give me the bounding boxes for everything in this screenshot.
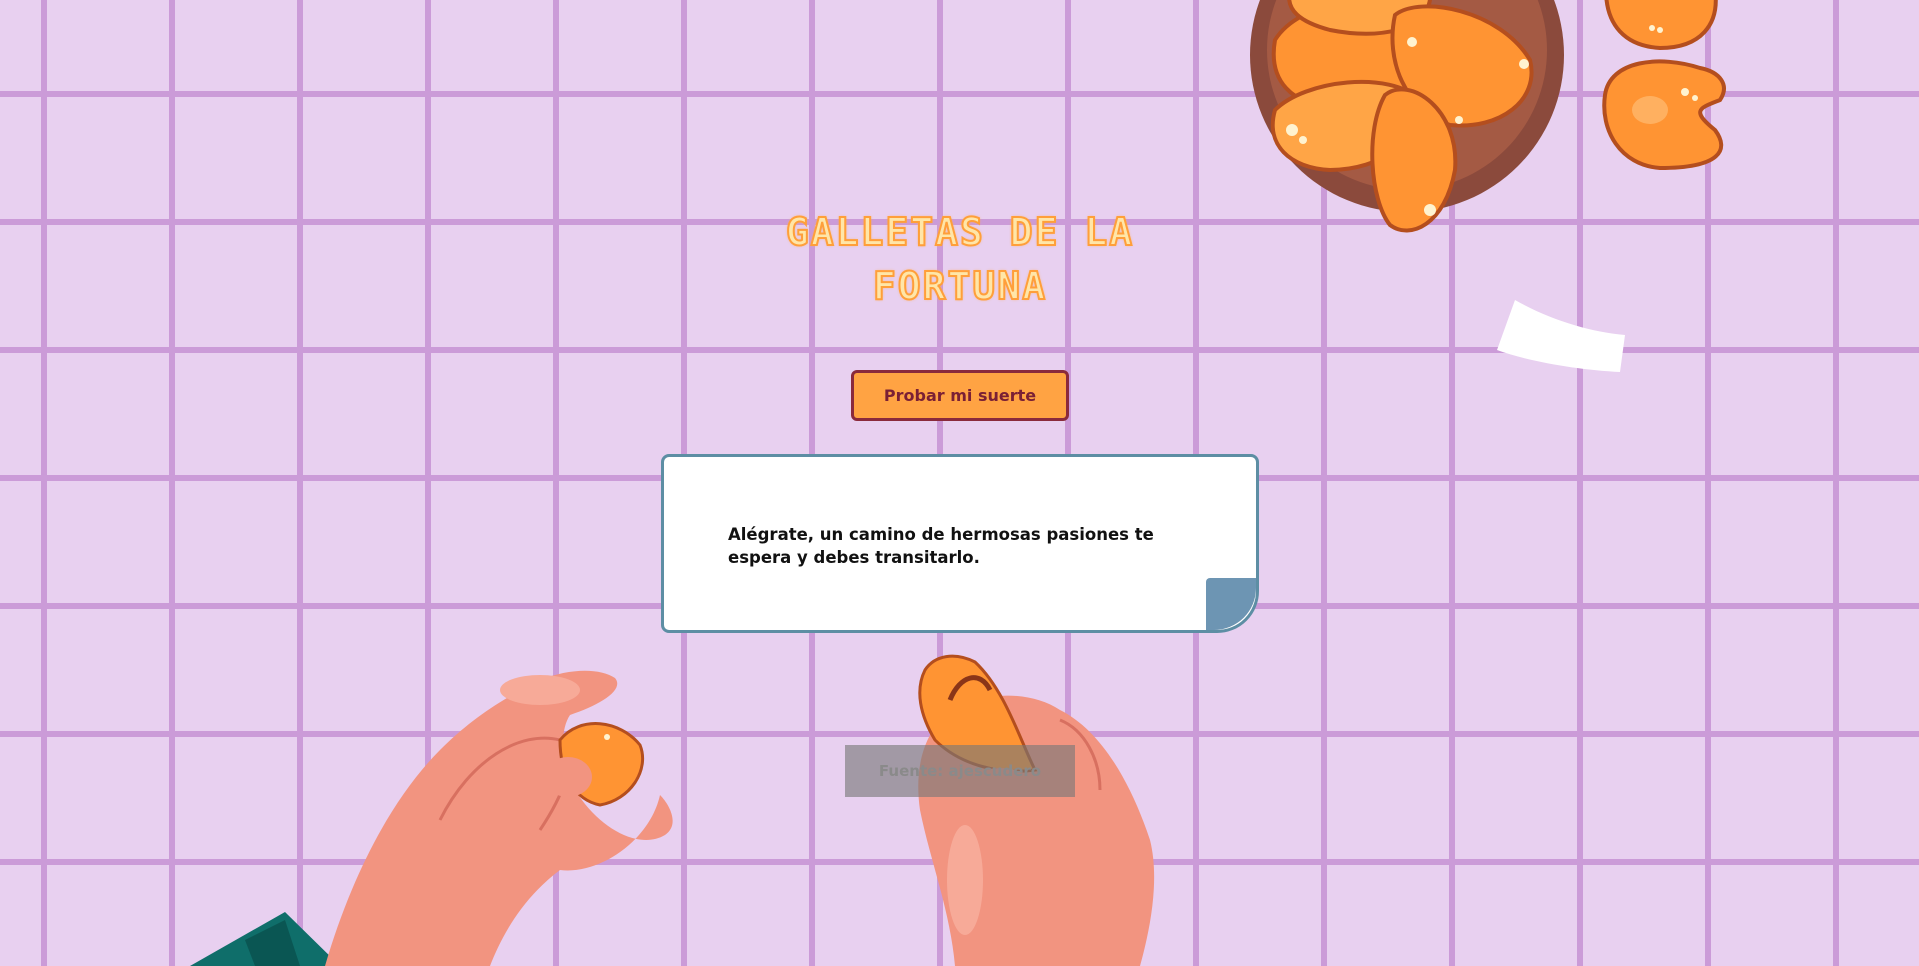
page-title: GALLETAS DE LA FORTUNA [785,209,1135,309]
left-hand-illustration [190,670,673,966]
right-hand-illustration [918,654,1155,966]
fortune-cookie-illustration [1602,0,1726,171]
source-credit: Fuente: ajescudero [845,745,1075,797]
cookie-bowl-illustration [1250,0,1564,233]
card-fold-corner [1206,578,1256,630]
fortune-message: Alégrate, un camino de hermosas pasiones… [728,525,1154,567]
fortune-card: Alégrate, un camino de hermosas pasiones… [661,454,1259,633]
try-luck-button[interactable]: Probar mi suerte [851,370,1069,421]
paper-slip-illustration [1497,300,1625,372]
